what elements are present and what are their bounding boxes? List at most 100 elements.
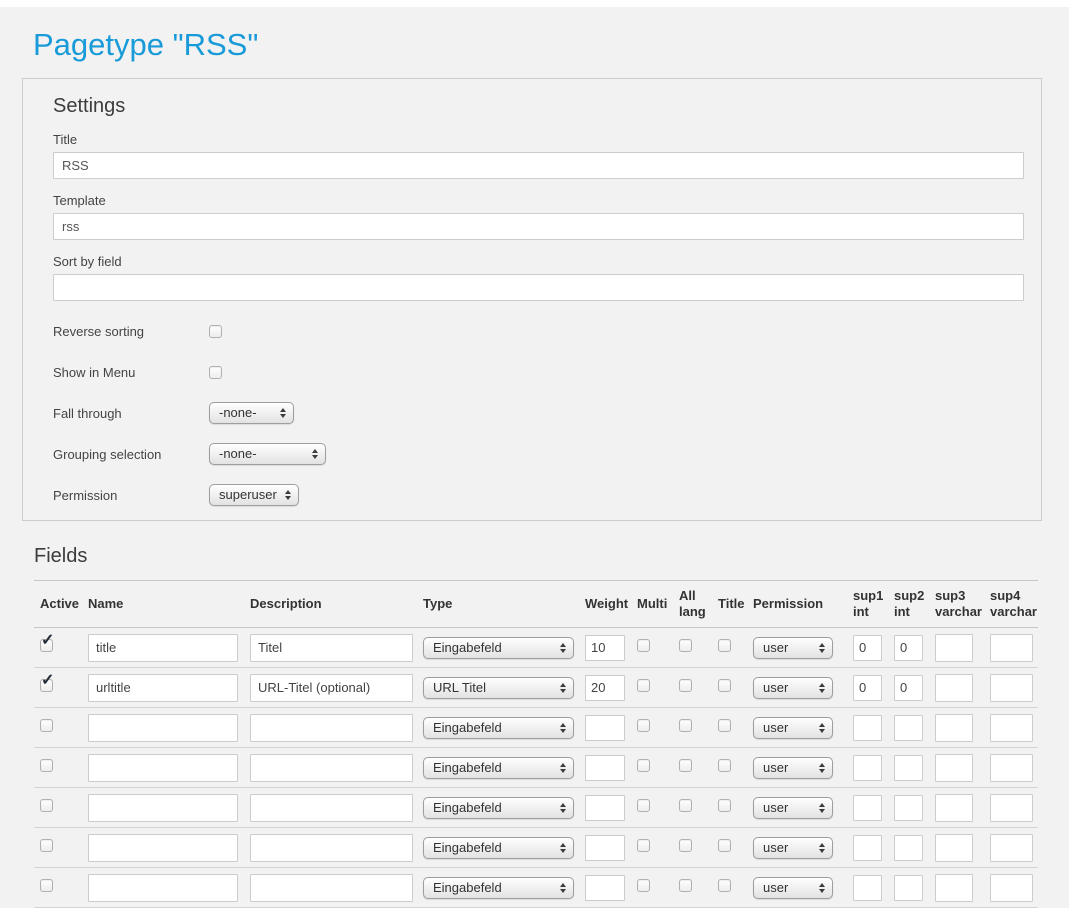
field-multi-checkbox[interactable] — [637, 759, 650, 772]
field-description-input[interactable] — [250, 874, 413, 902]
field-sup1-input[interactable] — [853, 755, 882, 781]
field-description-input[interactable] — [250, 634, 413, 662]
field-name-input[interactable] — [88, 834, 238, 862]
field-active-checkbox[interactable] — [40, 639, 53, 652]
field-name-input[interactable] — [88, 874, 238, 902]
field-title-checkbox[interactable] — [718, 679, 731, 692]
field-active-checkbox[interactable] — [40, 879, 53, 892]
field-weight-input[interactable] — [585, 755, 625, 781]
field-title-checkbox[interactable] — [718, 639, 731, 652]
field-sup4-input[interactable] — [990, 674, 1033, 702]
field-sup3-input[interactable] — [935, 634, 973, 662]
field-all-lang-checkbox[interactable] — [679, 839, 692, 852]
field-type-select[interactable]: Eingabefeld — [423, 637, 574, 659]
field-active-checkbox[interactable] — [40, 719, 53, 732]
field-all-lang-checkbox[interactable] — [679, 759, 692, 772]
field-weight-input[interactable] — [585, 715, 625, 741]
field-weight-input[interactable] — [585, 795, 625, 821]
field-all-lang-checkbox[interactable] — [679, 799, 692, 812]
field-sup3-input[interactable] — [935, 754, 973, 782]
field-description-input[interactable] — [250, 674, 413, 702]
field-permission-select[interactable]: user — [753, 797, 833, 819]
field-description-input[interactable] — [250, 794, 413, 822]
field-sup1-input[interactable] — [853, 875, 882, 901]
field-sup2-input[interactable] — [894, 635, 923, 661]
field-permission-select[interactable]: user — [753, 877, 833, 899]
field-permission-select[interactable]: user — [753, 717, 833, 739]
field-name-input[interactable] — [88, 634, 238, 662]
field-title-checkbox[interactable] — [718, 839, 731, 852]
field-sup3-input[interactable] — [935, 674, 973, 702]
field-description-input[interactable] — [250, 754, 413, 782]
field-type-select[interactable]: Eingabefeld — [423, 717, 574, 739]
field-title-checkbox[interactable] — [718, 799, 731, 812]
field-active-checkbox[interactable] — [40, 759, 53, 772]
field-permission-select[interactable]: user — [753, 677, 833, 699]
field-weight-input[interactable] — [585, 635, 625, 661]
field-active-checkbox[interactable] — [40, 839, 53, 852]
field-sup2-input[interactable] — [894, 795, 923, 821]
field-multi-checkbox[interactable] — [637, 719, 650, 732]
field-title-checkbox[interactable] — [718, 719, 731, 732]
field-permission-select[interactable]: user — [753, 757, 833, 779]
field-type-select[interactable]: Eingabefeld — [423, 797, 574, 819]
fall-through-select[interactable]: -none- — [209, 402, 294, 424]
field-all-lang-checkbox[interactable] — [679, 879, 692, 892]
grouping-selection-select[interactable]: -none- — [209, 443, 326, 465]
field-type-select[interactable]: URL Titel — [423, 677, 574, 699]
field-weight-input[interactable] — [585, 875, 625, 901]
field-active-checkbox[interactable] — [40, 799, 53, 812]
field-all-lang-checkbox[interactable] — [679, 639, 692, 652]
field-sup2-input[interactable] — [894, 835, 923, 861]
field-name-input[interactable] — [88, 714, 238, 742]
field-sup3-input[interactable] — [935, 874, 973, 902]
field-multi-checkbox[interactable] — [637, 639, 650, 652]
field-all-lang-checkbox[interactable] — [679, 679, 692, 692]
field-sup2-input[interactable] — [894, 715, 923, 741]
field-weight-input[interactable] — [585, 675, 625, 701]
field-weight-input[interactable] — [585, 835, 625, 861]
field-type-select[interactable]: Eingabefeld — [423, 757, 574, 779]
field-name-input[interactable] — [88, 754, 238, 782]
field-sup3-input[interactable] — [935, 834, 973, 862]
field-type-select[interactable]: Eingabefeld — [423, 877, 574, 899]
field-permission-select[interactable]: user — [753, 837, 833, 859]
field-sup3-input[interactable] — [935, 794, 973, 822]
field-sup4-input[interactable] — [990, 754, 1033, 782]
field-multi-checkbox[interactable] — [637, 879, 650, 892]
field-sup1-input[interactable] — [853, 635, 882, 661]
field-sup4-input[interactable] — [990, 634, 1033, 662]
title-input[interactable] — [53, 152, 1024, 179]
field-name-input[interactable] — [88, 794, 238, 822]
field-sup1-input[interactable] — [853, 675, 882, 701]
field-sup1-input[interactable] — [853, 835, 882, 861]
field-active-checkbox[interactable] — [40, 679, 53, 692]
field-sup2-input[interactable] — [894, 875, 923, 901]
field-sup1-input[interactable] — [853, 715, 882, 741]
field-multi-checkbox[interactable] — [637, 679, 650, 692]
sort-by-field-input[interactable] — [53, 274, 1024, 301]
field-sup4-input[interactable] — [990, 794, 1033, 822]
field-sup4-input[interactable] — [990, 874, 1033, 902]
field-description-input[interactable] — [250, 714, 413, 742]
field-sup4-input[interactable] — [990, 834, 1033, 862]
permission-select[interactable]: superuser — [209, 484, 299, 506]
field-sup2-input[interactable] — [894, 675, 923, 701]
template-input[interactable] — [53, 213, 1024, 240]
reverse-sorting-checkbox[interactable] — [209, 325, 222, 338]
field-type-select[interactable]: Eingabefeld — [423, 837, 574, 859]
show-in-menu-checkbox[interactable] — [209, 366, 222, 379]
field-sup4-input[interactable] — [990, 714, 1033, 742]
field-multi-checkbox[interactable] — [637, 799, 650, 812]
field-name-input[interactable] — [88, 674, 238, 702]
permission-select-value: superuser — [219, 487, 277, 502]
field-title-checkbox[interactable] — [718, 879, 731, 892]
field-sup1-input[interactable] — [853, 795, 882, 821]
field-title-checkbox[interactable] — [718, 759, 731, 772]
field-multi-checkbox[interactable] — [637, 839, 650, 852]
field-sup2-input[interactable] — [894, 755, 923, 781]
field-all-lang-checkbox[interactable] — [679, 719, 692, 732]
field-permission-select[interactable]: user — [753, 637, 833, 659]
field-description-input[interactable] — [250, 834, 413, 862]
field-sup3-input[interactable] — [935, 714, 973, 742]
